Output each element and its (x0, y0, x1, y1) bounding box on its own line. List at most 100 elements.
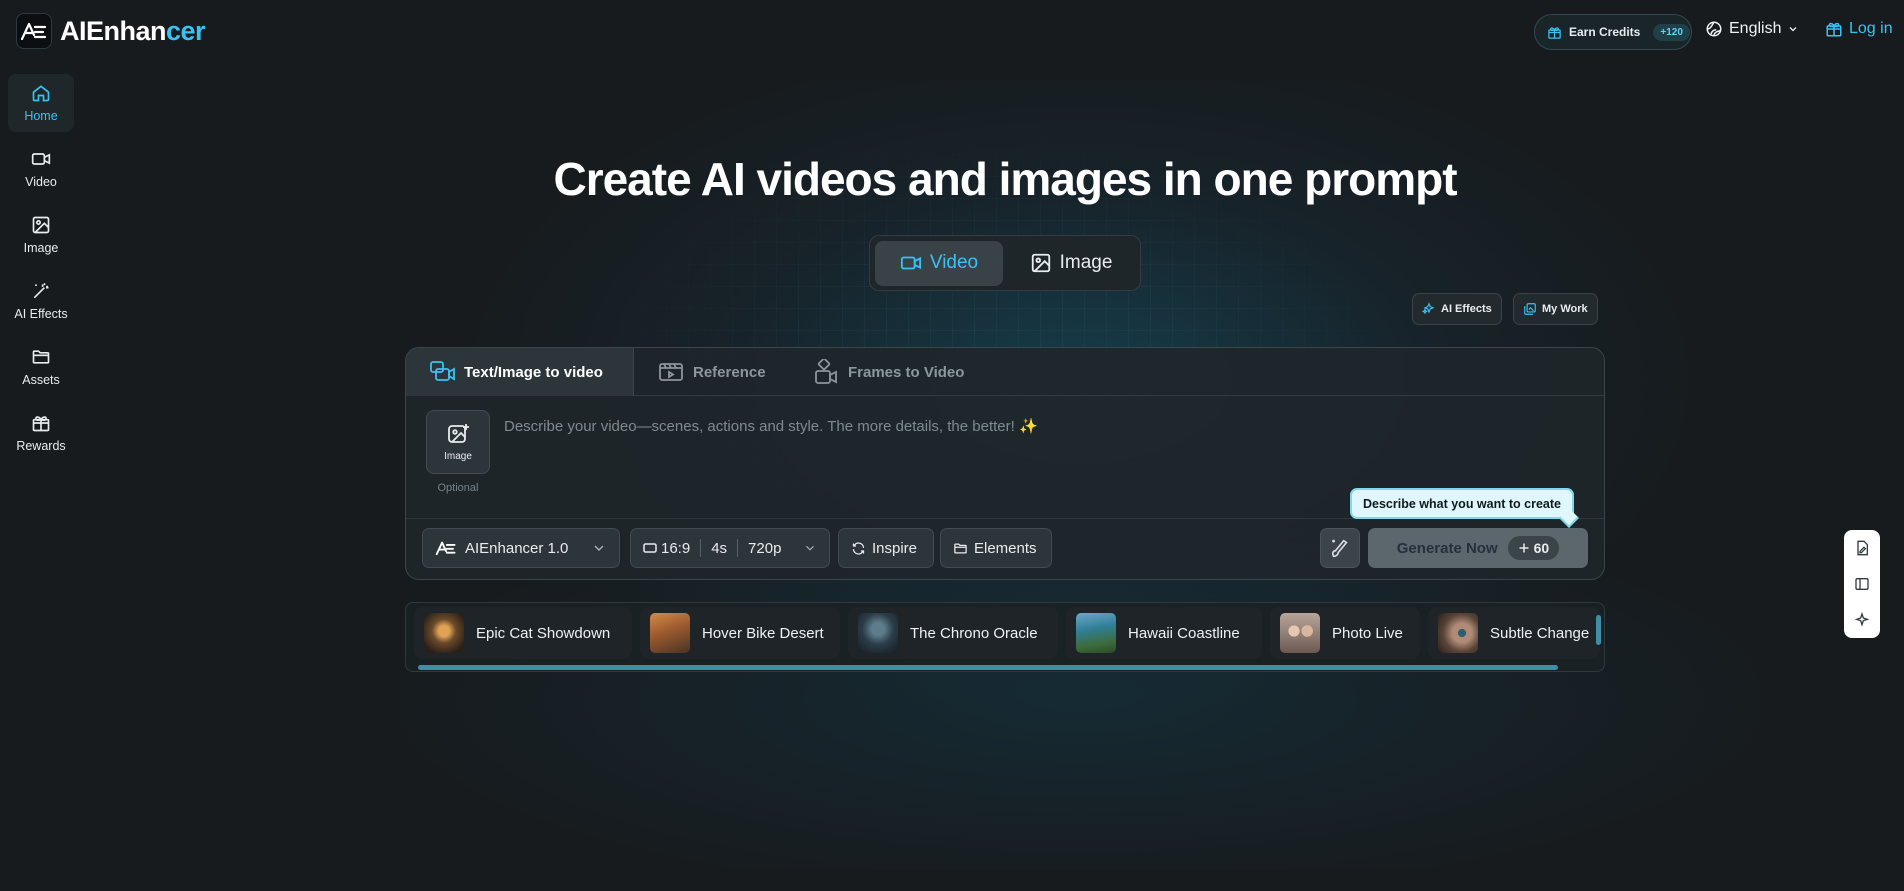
gift-icon (1548, 26, 1561, 39)
showcase-label: Epic Cat Showdown (476, 624, 611, 642)
showcase-thumbnail (1076, 613, 1116, 653)
sidebar-item-label: Home (24, 109, 58, 123)
sparkle-icon[interactable] (1854, 612, 1870, 628)
tab-label: Frames to Video (848, 363, 965, 381)
prompt-toolbar: AIEnhancer 1.0 16:9 4s 720p Inspire Elem… (406, 518, 1604, 578)
sidebar-item-home[interactable]: Home (8, 74, 74, 132)
brand-logo[interactable]: AIEnhancer (16, 13, 206, 49)
elements-label: Elements (974, 539, 1037, 557)
inspire-label: Inspire (872, 539, 918, 557)
divider (737, 539, 739, 557)
vertical-scrollbar[interactable] (1596, 615, 1601, 645)
resolution-value: 720p (748, 539, 782, 557)
home-icon (32, 85, 50, 102)
earn-credits-label: Earn Credits (1569, 25, 1641, 39)
tab-frames-to-video[interactable]: Frames to Video (814, 348, 964, 396)
gallery-icon (1524, 303, 1536, 315)
brand-name: AIEnhancer (60, 15, 206, 46)
tab-label: Text/Image to video (464, 363, 603, 381)
enhance-prompt-button[interactable] (1320, 528, 1360, 568)
sidebar-item-rewards[interactable]: Rewards (8, 404, 74, 462)
generate-now-button[interactable]: Generate Now 60 (1368, 528, 1588, 568)
sidebar-item-ai-effects[interactable]: AI Effects (8, 272, 74, 330)
generate-tooltip: Describe what you want to create (1350, 488, 1574, 519)
showcase-label: Subtle Change (1490, 624, 1590, 642)
showcase-label: Hover Bike Desert (702, 624, 824, 642)
showcase-label: Photo Live (1332, 624, 1403, 642)
aspect-ratio-icon (643, 543, 657, 553)
folder-icon (954, 543, 967, 553)
add-image-icon (448, 423, 469, 443)
model-logo-icon (435, 541, 456, 555)
my-work-button[interactable]: My Work (1513, 293, 1598, 325)
divider (700, 539, 702, 557)
video-icon (900, 256, 921, 270)
prompt-input[interactable]: Describe your video—scenes, actions and … (504, 417, 1038, 435)
logo-icon (16, 13, 52, 49)
sidebar-item-image[interactable]: Image (8, 206, 74, 264)
showcase-label: Hawaii Coastline (1128, 624, 1240, 642)
sidebar-item-label: Image (23, 241, 59, 255)
showcase-thumbnail (1438, 613, 1478, 653)
showcase-item[interactable]: Hover Bike Desert (640, 607, 840, 659)
sparkle-icon (1422, 302, 1435, 315)
language-label: English (1729, 20, 1782, 37)
my-work-label: My Work (1542, 303, 1588, 315)
panel-layout-icon[interactable] (1854, 576, 1870, 592)
showcase-item[interactable]: Subtle Change (1428, 607, 1600, 659)
credit-cost-value: 60 (1533, 540, 1550, 556)
image-upload-label: Image (444, 450, 472, 462)
frames-icon (815, 359, 837, 384)
image-upload-hint: Optional (437, 482, 479, 494)
generate-label: Generate Now (1396, 539, 1498, 557)
mode-video-button[interactable]: Video (875, 240, 1003, 286)
mode-video-label: Video (929, 252, 979, 273)
chevron-down-icon (806, 545, 814, 551)
aspect-ratio-value: 16:9 (661, 539, 691, 557)
page-title: Create AI videos and images in one promp… (553, 153, 1457, 205)
ai-effects-button[interactable]: AI Effects (1412, 293, 1502, 325)
showcase-thumbnail (858, 613, 898, 653)
mode-image-button[interactable]: Image (1009, 241, 1133, 286)
login-label: Log in (1849, 20, 1893, 37)
image-upload-button[interactable]: Image (426, 410, 490, 474)
showcase-item[interactable]: Hawaii Coastline (1066, 607, 1262, 659)
language-selector[interactable]: English (1705, 20, 1799, 38)
brush-sparkle-icon (1332, 539, 1348, 558)
showcase-label: The Chrono Oracle (910, 624, 1038, 642)
sidebar: Home Video Image AI Effects Assets Rewar… (0, 74, 80, 470)
gift-icon (1826, 22, 1842, 37)
chevron-down-icon (594, 545, 604, 551)
prompt-card: Text/Image to video Reference Frames to … (405, 347, 1605, 580)
showcase-item[interactable]: Photo Live (1270, 607, 1420, 659)
top-header: AIEnhancer Earn Credits +120 English Log… (0, 0, 1904, 64)
text-image-video-icon (430, 361, 455, 381)
horizontal-scrollbar[interactable] (418, 665, 1558, 670)
tab-text-image-to-video[interactable]: Text/Image to video (406, 348, 634, 396)
model-label: AIEnhancer 1.0 (465, 539, 569, 557)
showcase-thumbnail (1280, 613, 1320, 653)
credit-plus-icon (1519, 543, 1529, 553)
showcase-thumbnail (650, 613, 690, 653)
credit-cost-badge: 60 (1507, 536, 1560, 560)
sidebar-item-assets[interactable]: Assets (8, 338, 74, 396)
tab-reference[interactable]: Reference (659, 348, 766, 396)
login-button[interactable]: Log in (1825, 20, 1893, 38)
inspire-button[interactable]: Inspire (838, 528, 934, 568)
earn-credits-button[interactable]: Earn Credits +120 (1534, 14, 1692, 50)
showcase-item[interactable]: The Chrono Oracle (848, 607, 1058, 659)
document-edit-icon[interactable] (1854, 540, 1870, 556)
earn-credits-badge: +120 (1653, 23, 1690, 41)
floating-toolbar (1844, 530, 1880, 638)
video-settings-selector[interactable]: 16:9 4s 720p (630, 528, 830, 568)
chevron-down-icon (1790, 27, 1797, 32)
elements-button[interactable]: Elements (940, 528, 1052, 568)
film-reference-icon (659, 363, 683, 381)
showcase-thumbnail (424, 613, 464, 653)
folder-icon (32, 350, 50, 364)
showcase-strip: Epic Cat Showdown Hover Bike Desert The … (405, 602, 1605, 672)
showcase-item[interactable]: Epic Cat Showdown (414, 607, 632, 659)
sidebar-item-label: Assets (22, 373, 60, 387)
model-selector[interactable]: AIEnhancer 1.0 (422, 528, 620, 568)
image-icon (1031, 253, 1050, 273)
